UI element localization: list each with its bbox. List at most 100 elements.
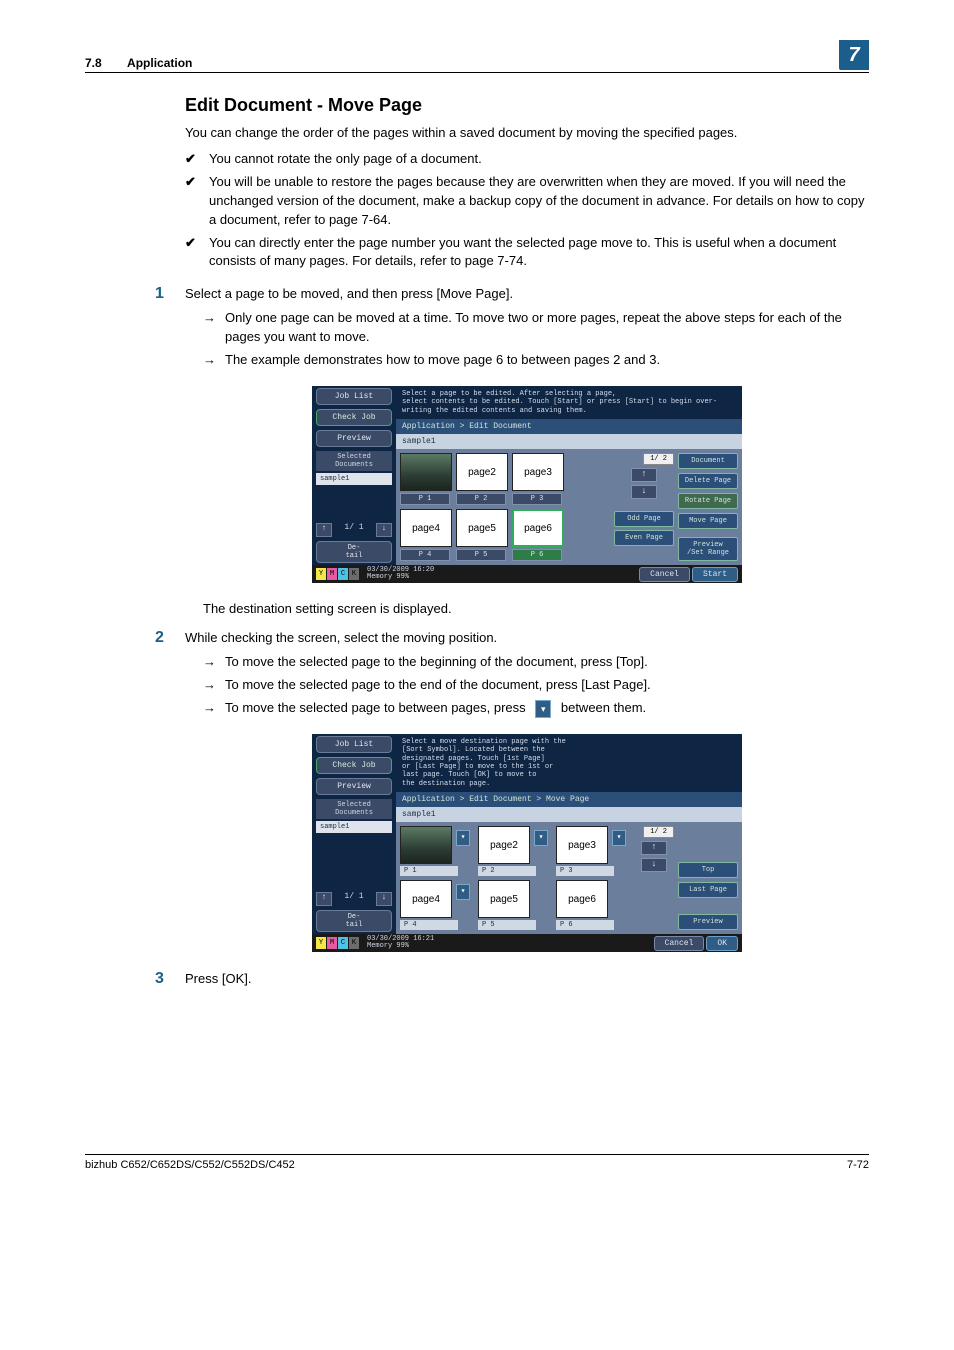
up-arrow-icon[interactable]: ↑ <box>316 892 332 906</box>
page-thumbnail[interactable]: ▾P 1 <box>400 826 472 876</box>
section-number: 7.8 <box>85 56 102 70</box>
preview-set-range-button[interactable]: Preview /Set Range <box>678 537 738 561</box>
top-button[interactable]: Top <box>678 862 738 878</box>
page-thumbnail[interactable]: page6P 6 <box>556 880 628 930</box>
device-screenshot-move-page: Job List Check Job Preview Selected Docu… <box>312 734 742 952</box>
check-icon: ✔ <box>185 173 209 230</box>
step-number: 2 <box>155 629 185 722</box>
section-title: Application <box>127 56 192 70</box>
result-text: The destination setting screen is displa… <box>203 601 869 616</box>
page-thumbnail[interactable]: page6P 6 <box>512 509 562 561</box>
step-number: 3 <box>155 970 185 994</box>
document-name: sample1 <box>396 807 742 822</box>
check-job-button[interactable]: Check Job <box>316 757 392 774</box>
job-list-button[interactable]: Job List <box>316 736 392 753</box>
footer-model: bizhub C652/C652DS/C552/C552DS/C452 <box>85 1159 295 1171</box>
breadcrumb: Application > Edit Document > Move Page <box>396 792 742 807</box>
up-arrow-icon[interactable]: ↑ <box>316 523 332 537</box>
sub-text: The example demonstrates how to move pag… <box>225 351 869 370</box>
delete-page-button[interactable]: Delete Page <box>678 473 738 489</box>
bullet-text: You can directly enter the page number y… <box>209 234 869 272</box>
preview-button[interactable]: Preview <box>678 914 738 930</box>
insert-marker-icon[interactable]: ▾ <box>456 884 470 900</box>
start-button[interactable]: Start <box>692 567 738 582</box>
document-button[interactable]: Document <box>678 453 738 469</box>
instruction-text: Select a move destination page with the … <box>396 734 742 792</box>
check-icon: ✔ <box>185 150 209 169</box>
check-job-button[interactable]: Check Job <box>316 409 392 426</box>
memory-label: Memory 99% <box>367 943 434 950</box>
selected-document-name: sample1 <box>316 473 392 485</box>
page-indicator: 1/ 2 <box>643 826 674 838</box>
memory-label: Memory 99% <box>367 574 434 581</box>
down-arrow-icon[interactable]: ↓ <box>376 892 392 906</box>
job-list-button[interactable]: Job List <box>316 388 392 405</box>
check-icon: ✔ <box>185 234 209 272</box>
page-thumbnail[interactable]: page5P 5 <box>456 509 506 561</box>
insert-marker-icon[interactable]: ▾ <box>612 830 626 846</box>
page-thumbnail[interactable]: page4▾P 4 <box>400 880 472 930</box>
insert-marker-icon: ▾ <box>535 700 551 718</box>
detail-button[interactable]: De- tail <box>316 910 392 932</box>
cancel-button[interactable]: Cancel <box>639 567 690 582</box>
sub-text: Only one page can be moved at a time. To… <box>225 309 869 347</box>
breadcrumb: Application > Edit Document <box>396 419 742 434</box>
left-page-count: 1/ 1 <box>332 523 376 535</box>
down-arrow-icon[interactable]: ↓ <box>376 523 392 537</box>
arrow-icon: → <box>203 699 225 718</box>
document-name: sample1 <box>396 434 742 449</box>
sub-text: To move the selected page to the end of … <box>225 676 869 695</box>
arrow-icon: → <box>203 653 225 672</box>
page-thumbnail[interactable]: page2▾P 2 <box>478 826 550 876</box>
left-page-count: 1/ 1 <box>332 892 376 904</box>
device-screenshot-edit-document: Job List Check Job Preview Selected Docu… <box>312 386 742 583</box>
left-pager[interactable]: ↑ 1/ 1 ↓ <box>316 523 392 537</box>
sub-text: To move the selected page to the beginni… <box>225 653 869 672</box>
page-header: 7.8 Application <box>85 56 192 70</box>
page-thumbnail[interactable]: P 1 <box>400 453 450 505</box>
insert-marker-icon[interactable]: ▾ <box>456 830 470 846</box>
bullet-text: You will be unable to restore the pages … <box>209 173 869 230</box>
intro-text: You can change the order of the pages wi… <box>185 124 869 142</box>
page-thumbnail[interactable]: page2P 2 <box>456 453 506 505</box>
preview-button[interactable]: Preview <box>316 430 392 447</box>
step-text: Press [OK]. <box>185 970 869 988</box>
preview-button[interactable]: Preview <box>316 778 392 795</box>
scroll-up-button[interactable]: ↑ <box>631 468 657 482</box>
move-page-button[interactable]: Move Page <box>678 513 738 529</box>
bullet-text: You cannot rotate the only page of a doc… <box>209 150 869 169</box>
insert-marker-icon[interactable]: ▾ <box>534 830 548 846</box>
toner-levels: YMCK <box>316 937 359 949</box>
left-pager[interactable]: ↑ 1/ 1 ↓ <box>316 892 392 906</box>
page-thumbnail[interactable]: page4P 4 <box>400 509 450 561</box>
selected-documents-label: Selected Documents <box>316 799 392 819</box>
selected-documents-label: Selected Documents <box>316 451 392 471</box>
last-page-button[interactable]: Last Page <box>678 882 738 898</box>
sub-text: To move the selected page to between pag… <box>225 699 869 718</box>
step-text: While checking the screen, select the mo… <box>185 629 869 647</box>
odd-page-button[interactable]: Odd Page <box>614 511 674 527</box>
toner-levels: YMCK <box>316 568 359 580</box>
page-thumbnail[interactable]: page3P 3 <box>512 453 562 505</box>
instruction-text: Select a page to be edited. After select… <box>396 386 742 419</box>
rotate-page-button[interactable]: Rotate Page <box>678 493 738 509</box>
cancel-button[interactable]: Cancel <box>654 936 705 951</box>
page-thumbnail[interactable]: page3▾P 3 <box>556 826 628 876</box>
even-page-button[interactable]: Even Page <box>614 530 674 546</box>
page-indicator: 1/ 2 <box>643 453 674 465</box>
chapter-badge: 7 <box>839 40 869 70</box>
footer-page-number: 7-72 <box>847 1159 869 1171</box>
arrow-icon: → <box>203 676 225 695</box>
detail-button[interactable]: De- tail <box>316 541 392 563</box>
scroll-down-button[interactable]: ↓ <box>631 485 657 499</box>
selected-document-name: sample1 <box>316 821 392 833</box>
step-number: 1 <box>155 285 185 374</box>
arrow-icon: → <box>203 351 225 370</box>
step-text: Select a page to be moved, and then pres… <box>185 285 869 303</box>
page-thumbnail[interactable]: page5P 5 <box>478 880 550 930</box>
page-title: Edit Document - Move Page <box>185 95 869 116</box>
scroll-up-button[interactable]: ↑ <box>641 841 667 855</box>
arrow-icon: → <box>203 309 225 347</box>
ok-button[interactable]: OK <box>706 936 738 951</box>
scroll-down-button[interactable]: ↓ <box>641 858 667 872</box>
